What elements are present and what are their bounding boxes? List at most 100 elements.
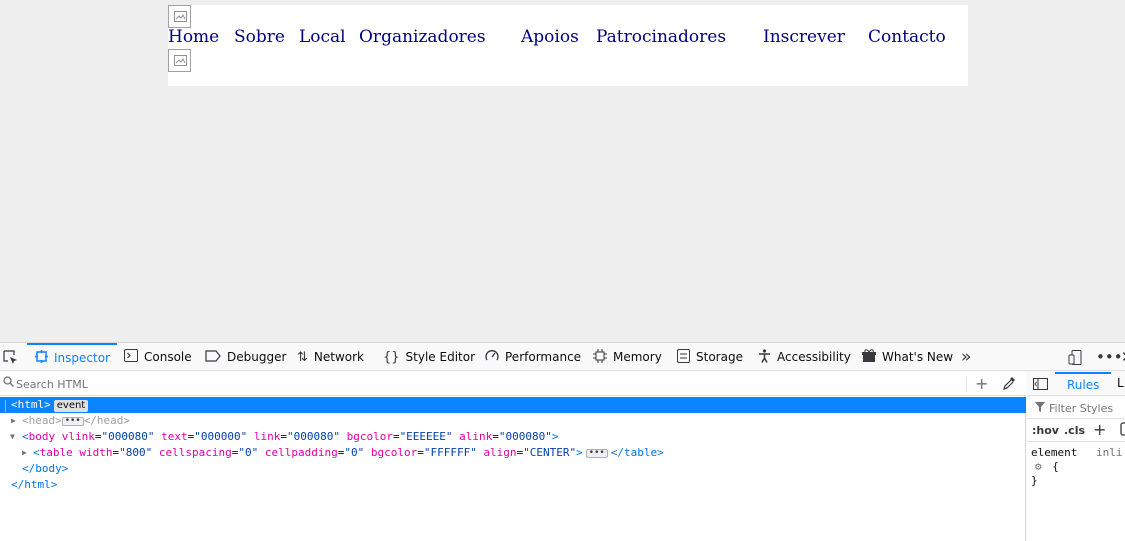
tree-node-body-close: </body> [0, 461, 1026, 477]
devtools-panel: Inspector Console Debugger ⇅ Network {} … [0, 342, 1125, 541]
attr-value[interactable]: "FFFFFF" [424, 446, 477, 459]
attr-value[interactable]: "0" [238, 446, 258, 459]
head-close-tag: </head> [83, 414, 131, 427]
tab-layout[interactable]: L [1117, 372, 1124, 396]
page-layout-table: Home Sobre Local Organizadores Apoios Pa… [168, 5, 968, 86]
attr-name: align [483, 446, 517, 459]
tree-node-table[interactable]: ▶ <table width="800" cellspacing="0" cel… [0, 445, 1026, 461]
tab-storage[interactable]: Storage [677, 343, 743, 371]
close-icon[interactable]: ✕ [1121, 343, 1125, 371]
attr-name: text [161, 430, 188, 443]
table-tag-name: table [39, 446, 73, 459]
add-node-icon[interactable]: + [975, 374, 988, 393]
performance-icon [485, 349, 499, 365]
tree-node-html-close: </html> [0, 477, 1026, 493]
tab-rules[interactable]: Rules [1055, 372, 1112, 396]
broken-image-icon [168, 49, 191, 72]
attr-value[interactable]: "CENTER" [523, 446, 576, 459]
hov-button[interactable]: :hov [1032, 424, 1059, 437]
open-brace: { [1052, 460, 1059, 473]
search-html-input[interactable] [16, 375, 916, 393]
tab-storage-label: Storage [696, 350, 743, 364]
nav-link-sobre[interactable]: Sobre [234, 27, 285, 47]
attr-value[interactable]: "000080" [499, 430, 552, 443]
tree-node-body[interactable]: ▼ <body vlink="000080" text="000000" lin… [0, 429, 1026, 445]
tab-style-editor[interactable]: {} Style Editor [383, 343, 475, 371]
tab-inspector[interactable]: Inspector [27, 343, 117, 371]
html-open-tag: <html> [11, 398, 51, 411]
more-tools-chevron-icon[interactable]: » [961, 343, 971, 371]
nav-link-patrocinadores[interactable]: Patrocinadores [596, 27, 726, 47]
storage-icon [677, 348, 690, 366]
table-close-tag: </table> [610, 446, 664, 459]
tab-whats-new[interactable]: What's New [862, 343, 953, 371]
accessibility-icon [758, 348, 771, 366]
expand-triangle-icon[interactable]: ▶ [22, 445, 32, 461]
element-rule: element inli ⚙ { } [1031, 446, 1122, 488]
nav-link-local[interactable]: Local [299, 27, 346, 47]
nav-link-organizadores[interactable]: Organizadores [359, 27, 486, 47]
element-selector: element [1031, 446, 1078, 459]
broken-image-icon [168, 5, 191, 28]
tab-console[interactable]: Console [124, 343, 192, 371]
filter-icon [1035, 402, 1045, 415]
close-brace: } [1031, 474, 1038, 487]
memory-icon [593, 348, 607, 366]
add-rule-icon[interactable]: + [1093, 420, 1106, 439]
divider [966, 376, 967, 392]
attr-value[interactable]: "000080" [102, 430, 155, 443]
nav-link-inscrever[interactable]: Inscrever [763, 27, 845, 47]
attr-name: cellpadding [264, 446, 338, 459]
attr-name: link [253, 430, 281, 443]
tree-node-html[interactable]: <html> event [0, 397, 1026, 413]
console-icon [124, 349, 138, 365]
tab-accessibility[interactable]: Accessibility [758, 343, 851, 371]
responsive-design-mode-icon[interactable] [1068, 343, 1083, 371]
filter-styles-input[interactable] [1049, 400, 1125, 416]
tree-node-head[interactable]: ▶ <head> ••• </head> [0, 413, 1026, 429]
cls-button[interactable]: .cls [1064, 424, 1085, 437]
network-icon: ⇅ [297, 349, 308, 365]
debugger-icon [205, 349, 221, 365]
more-options-icon[interactable]: ••• [1096, 343, 1123, 371]
search-icon [3, 376, 14, 390]
attr-name: alink [459, 430, 493, 443]
light-dark-toggle-icon[interactable] [1120, 422, 1125, 439]
tab-debugger[interactable]: Debugger [205, 343, 286, 371]
nav-link-contacto[interactable]: Contacto [868, 27, 946, 47]
inline-source-label[interactable]: inli [1096, 446, 1123, 459]
body-tag-name: body [28, 430, 56, 443]
toggle-sidebar-icon[interactable] [1033, 372, 1048, 398]
nav-link-home[interactable]: Home [168, 27, 219, 47]
gear-icon[interactable]: ⚙ [1035, 460, 1042, 473]
tab-memory-label: Memory [613, 350, 662, 364]
tab-inspector-label: Inspector [54, 351, 110, 365]
attr-value[interactable]: "000080" [287, 430, 340, 443]
style-editor-icon: {} [383, 349, 400, 365]
collapsed-ellipsis-icon[interactable]: ••• [61, 417, 84, 426]
attr-value[interactable]: "000000" [194, 430, 247, 443]
attr-value[interactable]: "0" [344, 446, 364, 459]
tab-performance[interactable]: Performance [485, 343, 581, 371]
tab-network[interactable]: ⇅ Network [297, 343, 364, 371]
attr-value[interactable]: "EEEEEE" [400, 430, 453, 443]
collapse-triangle-icon[interactable]: ▼ [10, 429, 20, 445]
tab-whats-new-label: What's New [882, 350, 954, 364]
sidebar-tabs: Rules L [1027, 372, 1125, 396]
event-badge[interactable]: event [53, 400, 89, 412]
eyedropper-icon[interactable] [1003, 375, 1016, 394]
nav-link-apoios[interactable]: Apoios [521, 27, 579, 47]
devtools-toolbar: Inspector Console Debugger ⇅ Network {} … [0, 343, 1125, 371]
attr-value[interactable]: "800" [119, 446, 152, 459]
element-picker-icon[interactable] [3, 343, 18, 371]
attr-name: vlink [61, 430, 95, 443]
collapsed-ellipsis-icon[interactable]: ••• [585, 449, 608, 458]
head-open-tag: <head> [22, 414, 62, 427]
body-close-tag: </body> [22, 462, 69, 475]
tab-accessibility-label: Accessibility [777, 350, 851, 364]
tab-performance-label: Performance [505, 350, 582, 364]
tab-memory[interactable]: Memory [593, 343, 662, 371]
expand-triangle-icon[interactable]: ▶ [11, 413, 21, 429]
inspector-icon [35, 350, 48, 366]
tab-style-editor-label: Style Editor [405, 350, 476, 364]
